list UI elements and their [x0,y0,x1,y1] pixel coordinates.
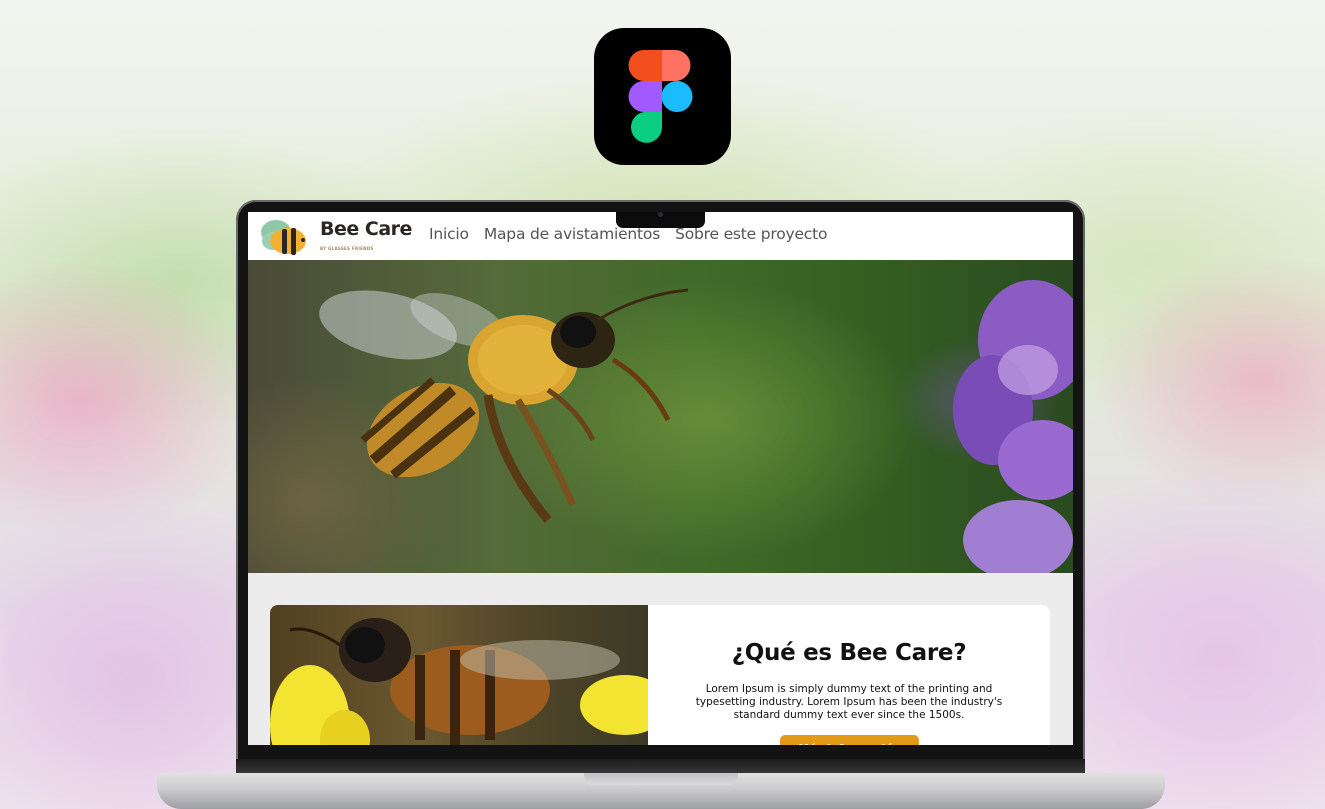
hero-bee-illustration [319,280,1073,580]
about-card-image [270,605,670,745]
about-title: ¿Qué es Bee Care? [731,640,967,666]
more-info-button[interactable]: Más información [780,735,919,745]
bee-logo-icon[interactable] [256,215,314,261]
website-screen: Bee Care BY GLASSES FRIENDS Inicio Mapa … [248,212,1073,745]
brand-name[interactable]: Bee Care [320,218,412,240]
about-card: ¿Qué es Bee Care? Lorem Ipsum is simply … [270,605,1050,745]
figma-logo-icon [628,50,693,143]
laptop-thumb-notch [584,773,738,785]
nav-item-inicio[interactable]: Inicio [429,225,469,243]
brand-tagline: BY GLASSES FRIENDS [320,246,374,251]
hero-image [248,260,1073,580]
about-body: Lorem Ipsum is simply dummy text of the … [695,683,1003,721]
figma-app-badge [594,28,731,165]
camera-icon [658,212,663,217]
